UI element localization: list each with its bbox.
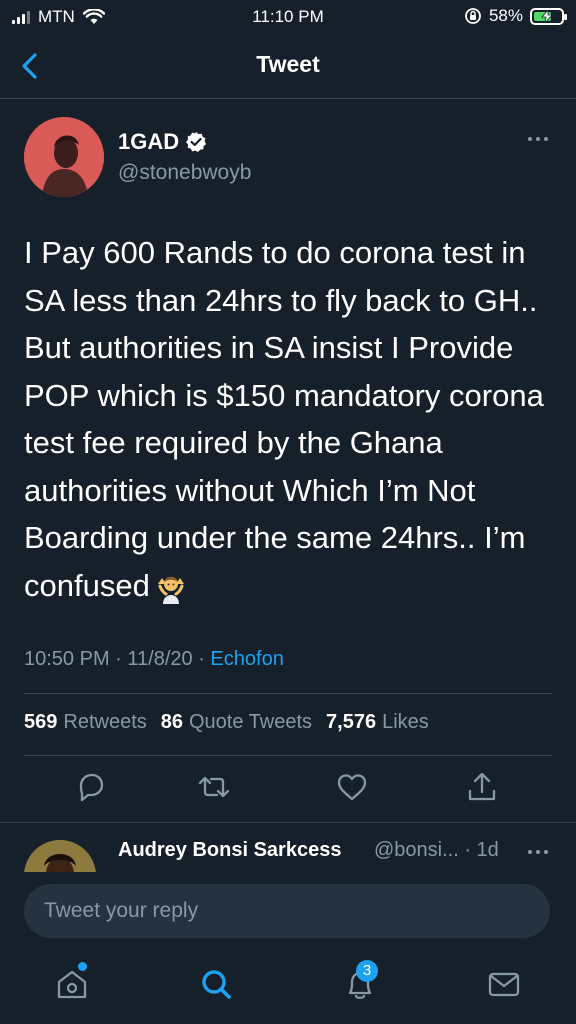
bottom-tab-bar: 3 <box>0 952 576 1024</box>
tweet-source-link[interactable]: Echofon <box>210 648 283 670</box>
tweet-time: 10:50 PM <box>24 648 110 670</box>
avatar[interactable] <box>24 117 104 197</box>
reply-avatar[interactable] <box>24 840 96 873</box>
retweets-count: 569 <box>24 711 58 733</box>
divider <box>24 693 552 694</box>
retweets-label: Retweets <box>63 711 147 733</box>
search-tab[interactable] <box>196 964 236 1004</box>
home-icon <box>57 970 87 999</box>
likes-label: Likes <box>382 711 429 733</box>
orientation-lock-icon <box>465 8 481 24</box>
home-tab[interactable] <box>52 962 92 1004</box>
reply-list-item[interactable]: Audrey Bonsi Sarkcess @bonsi... · 1d <box>0 822 576 873</box>
notifications-badge: 3 <box>356 960 378 982</box>
quotes-label: Quote Tweets <box>189 711 313 733</box>
retweet-icon[interactable] <box>196 769 232 805</box>
tweet-meta: 10:50 PM · 11/8/20 · Echofon <box>24 648 284 671</box>
battery-percent: 58% <box>488 6 523 25</box>
tweet-text-content: I Pay 600 Rands to do corona test in SA … <box>24 235 544 603</box>
messages-tab[interactable] <box>484 964 524 1004</box>
tweet-text: I Pay 600 Rands to do corona test in SA … <box>24 229 556 609</box>
retweets-stat[interactable]: 569 Retweets <box>24 711 147 734</box>
tweet-date: 11/8/20 <box>127 648 193 670</box>
author-name[interactable]: 1GAD <box>118 129 207 155</box>
likes-stat[interactable]: 7,576 Likes <box>326 711 429 734</box>
person-shrugging-emoji <box>157 577 184 605</box>
share-icon[interactable] <box>464 769 500 805</box>
tweet-actions <box>0 769 576 809</box>
likes-count: 7,576 <box>326 711 377 733</box>
status-bar: MTN 11:10 PM 58% <box>0 0 576 34</box>
notifications-tab[interactable]: 3 <box>340 960 380 1004</box>
nav-bar: Tweet <box>0 34 576 99</box>
reply-icon[interactable] <box>73 769 109 805</box>
quotes-count: 86 <box>160 711 183 733</box>
meta-separator-2: · <box>192 648 211 670</box>
meta-separator-1: · <box>109 648 128 670</box>
divider <box>24 755 552 756</box>
home-new-indicator <box>78 962 87 971</box>
status-right: 58% <box>464 6 567 26</box>
like-icon[interactable] <box>334 769 370 805</box>
author-handle[interactable]: @stonebwoyb <box>118 161 251 185</box>
author-name-text: 1GAD <box>118 129 180 154</box>
tweet-stats: 569 Retweets 86 Quote Tweets 7,576 Likes <box>24 711 429 734</box>
reply-input[interactable] <box>24 884 550 938</box>
reply-author-name[interactable]: Audrey Bonsi Sarkcess <box>118 839 341 862</box>
reply-handle-time: @bonsi... · 1d <box>374 839 499 861</box>
search-icon <box>202 970 231 999</box>
quote-tweets-stat[interactable]: 86 Quote Tweets <box>161 711 312 734</box>
reply-composer <box>0 872 576 952</box>
more-options-icon[interactable] <box>526 131 550 147</box>
page-title: Tweet <box>256 51 320 77</box>
verified-badge-icon <box>186 132 207 152</box>
more-options-icon[interactable] <box>526 847 550 857</box>
messages-icon <box>488 972 520 997</box>
battery-charging-icon <box>530 7 567 25</box>
